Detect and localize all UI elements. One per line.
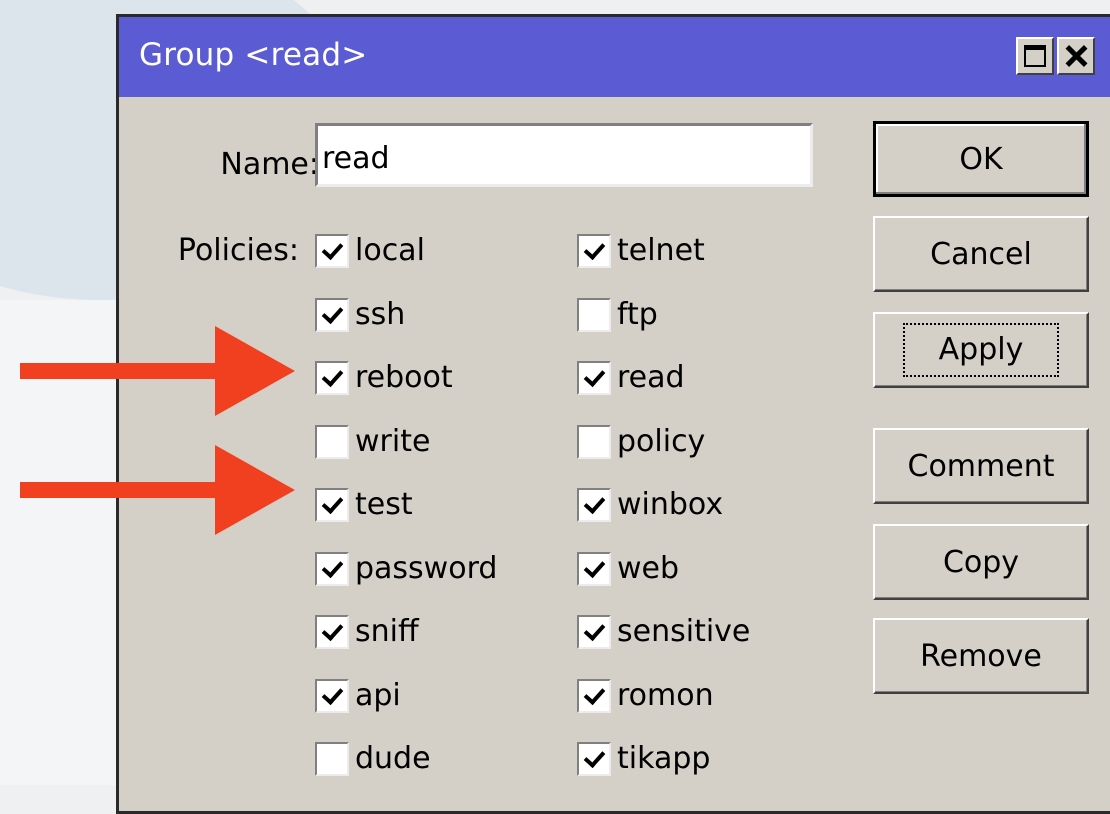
policy-checkbox-policy[interactable]: policy [577,420,705,464]
policy-checkbox-password[interactable]: password [315,547,497,591]
arrow-icon [20,445,295,535]
name-input[interactable] [315,123,813,187]
checkbox-unchecked-icon[interactable] [577,425,611,459]
policy-label: tikapp [617,741,711,776]
policy-label: dude [355,741,431,776]
arrow-shaft [20,482,220,498]
ok-button-label: OK [959,141,1003,177]
arrow-head [215,326,295,416]
policy-label: sensitive [617,614,751,649]
apply-button-label: Apply [902,323,1060,377]
checkbox-checked-icon[interactable] [577,488,611,522]
policy-checkbox-sniff[interactable]: sniff [315,610,419,654]
policies-label: Policies: [177,233,299,268]
checkbox-checked-icon[interactable] [577,361,611,395]
policy-checkbox-read[interactable]: read [577,356,685,400]
policy-checkbox-write[interactable]: write [315,420,430,464]
policy-label: write [355,424,431,459]
policy-checkbox-tikapp[interactable]: tikapp [577,737,710,781]
comment-button[interactable]: Comment [873,428,1089,504]
checkbox-checked-icon[interactable] [315,552,349,586]
policy-label: password [355,551,498,586]
cancel-button[interactable]: Cancel [873,216,1089,292]
checkbox-unchecked-icon[interactable] [577,298,611,332]
remove-button[interactable]: Remove [873,618,1089,694]
policy-checkbox-telnet[interactable]: telnet [577,229,705,273]
checkbox-checked-icon[interactable] [577,742,611,776]
policy-label: telnet [617,233,705,268]
policy-label: ssh [355,297,406,332]
policy-label: sniff [355,614,419,649]
policy-checkbox-sensitive[interactable]: sensitive [577,610,750,654]
window-title: Group <read> [139,37,368,73]
comment-button-label: Comment [907,448,1055,484]
title-bar[interactable]: Group <read> [119,17,1110,97]
checkbox-checked-icon[interactable] [577,234,611,268]
policy-label: local [355,233,425,268]
checkbox-checked-icon[interactable] [315,615,349,649]
checkbox-checked-icon[interactable] [315,234,349,268]
ok-button[interactable]: OK [873,121,1089,197]
policy-checkbox-test[interactable]: test [315,483,413,527]
checkbox-checked-icon[interactable] [315,488,349,522]
checkbox-checked-icon[interactable] [315,679,349,713]
policy-label: read [617,360,685,395]
checkbox-checked-icon[interactable] [577,552,611,586]
policy-label: web [617,551,680,586]
close-icon[interactable] [1057,37,1095,75]
policy-label: policy [617,424,706,459]
policy-checkbox-reboot[interactable]: reboot [315,356,453,400]
policy-label: api [355,678,401,713]
policy-checkbox-dude[interactable]: dude [315,737,431,781]
arrow-shaft [20,363,220,379]
arrow-head [215,445,295,535]
checkbox-checked-icon[interactable] [315,298,349,332]
policy-label: romon [617,678,714,713]
cancel-button-label: Cancel [930,236,1032,272]
maximize-icon[interactable] [1016,37,1054,75]
checkbox-checked-icon[interactable] [315,361,349,395]
policy-checkbox-ssh[interactable]: ssh [315,293,405,337]
policy-label: reboot [355,360,453,395]
policy-checkbox-local[interactable]: local [315,229,425,273]
policy-label: ftp [617,297,658,332]
apply-button[interactable]: Apply [873,312,1089,388]
checkbox-checked-icon[interactable] [577,615,611,649]
checkbox-checked-icon[interactable] [577,679,611,713]
policy-checkbox-romon[interactable]: romon [577,674,714,718]
policy-checkbox-ftp[interactable]: ftp [577,293,658,337]
name-label: Name: [220,147,319,182]
copy-button-label: Copy [942,544,1020,580]
policy-checkbox-winbox[interactable]: winbox [577,483,723,527]
copy-button[interactable]: Copy [873,524,1089,600]
policy-label: test [355,487,413,522]
policy-label: winbox [617,487,724,522]
checkbox-unchecked-icon[interactable] [315,425,349,459]
remove-button-label: Remove [920,638,1042,674]
arrow-icon [20,326,295,416]
policy-checkbox-api[interactable]: api [315,674,401,718]
policy-checkbox-web[interactable]: web [577,547,679,591]
checkbox-unchecked-icon[interactable] [315,742,349,776]
